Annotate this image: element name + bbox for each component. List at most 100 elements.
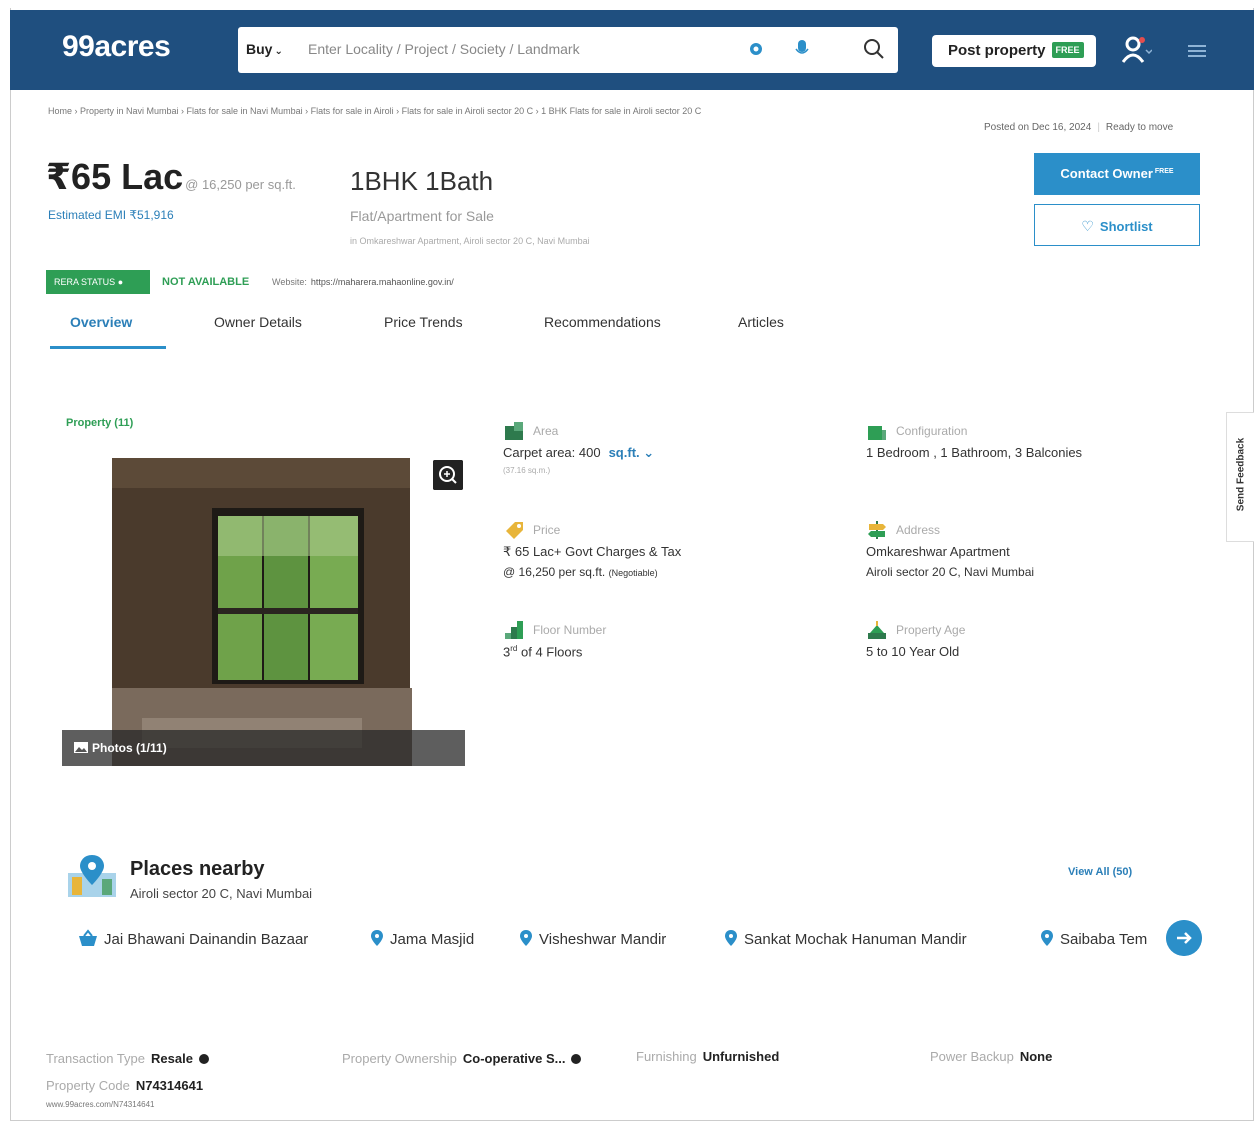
rera-website: Website: https://maharera.mahaonline.gov.…: [272, 277, 454, 287]
age-label: Property Age: [896, 623, 966, 637]
post-property-label: Post property: [948, 42, 1046, 59]
user-account-icon[interactable]: [1122, 36, 1152, 64]
tab-owner-details[interactable]: Owner Details: [214, 314, 302, 330]
place-chip-label: Jama Masjid: [390, 931, 475, 948]
listing-price: ₹65 Lac @ 16,250 per sq.ft.: [46, 156, 296, 198]
locate-me-icon[interactable]: [748, 41, 764, 57]
age-value: 5 to 10 Year Old: [866, 644, 960, 659]
top-header: 99acres Buy ⌄ Enter Locality / Project / …: [10, 10, 1254, 90]
view-all-places-link[interactable]: View All (50): [1068, 866, 1132, 878]
site-logo[interactable]: 99acres: [62, 30, 171, 64]
room-photo: [62, 458, 465, 766]
detail-price: Price ₹ 65 Lac+ Govt Charges & Tax @ 16,…: [503, 519, 743, 589]
places-nearby-subtitle: Airoli sector 20 C, Navi Mumbai: [130, 886, 313, 901]
shopping-basket-icon: [79, 929, 97, 946]
divider: |: [1097, 122, 1100, 133]
possession-status: Ready to move: [1105, 122, 1174, 133]
listing-type: Flat/Apartment for Sale: [350, 208, 494, 224]
detail-age: Property Age 5 to 10 Year Old: [866, 619, 1106, 669]
floor-label: Floor Number: [533, 623, 607, 637]
price-detail-sub: @ 16,250 per sq.ft. (Negotiable): [503, 565, 658, 579]
location-pin-icon: [1041, 930, 1053, 946]
area-label: Area: [533, 424, 559, 438]
location-pin-icon: [371, 930, 383, 946]
tab-articles[interactable]: Articles: [738, 314, 784, 330]
arrow-right-icon[interactable]: [1166, 920, 1202, 956]
carpet-area: Carpet area: 400: [503, 445, 601, 460]
search-mode-dropdown[interactable]: Buy ⌄: [246, 41, 283, 57]
fact-value: Unfurnished: [702, 1049, 780, 1064]
fact-label: Power Backup: [930, 1049, 1014, 1064]
rera-website-link[interactable]: https://maharera.mahaonline.gov.in/: [311, 277, 454, 287]
fact-label: Property Ownership: [342, 1051, 457, 1066]
address-label: Address: [896, 523, 941, 537]
tab-overview[interactable]: Overview: [70, 314, 132, 330]
free-badge: FREE: [1051, 42, 1084, 58]
area-unit-dropdown[interactable]: sq.ft. ⌄: [609, 445, 655, 460]
breadcrumb[interactable]: Home › Property in Navi Mumbai › Flats f…: [48, 106, 978, 116]
location-pin-icon: [520, 930, 532, 946]
post-property-button[interactable]: Post property FREE: [932, 35, 1096, 67]
microphone-icon[interactable]: [794, 39, 810, 59]
zoom-icon[interactable]: [433, 460, 463, 490]
listing-location: in Omkareshwar Apartment, Airoli sector …: [350, 236, 590, 246]
chevron-down-icon: ⌄: [274, 46, 283, 57]
place-chip-label: Sankat Mochak Hanuman Mandir: [744, 931, 967, 948]
place-chip-label: Saibaba Tem: [1060, 931, 1148, 948]
send-feedback-label: Send Feedback: [1235, 437, 1247, 512]
property-photo[interactable]: [62, 458, 465, 766]
price-per-sqft: @ 16,250 per sq.ft.: [185, 177, 296, 192]
place-chip[interactable]: Jai Bhawani Dainandin Bazaar: [78, 929, 308, 948]
hamburger-menu-icon[interactable]: [1186, 42, 1208, 60]
tab-recommendations[interactable]: Recommendations: [544, 314, 661, 330]
detail-configuration: Configuration 1 Bedroom , 1 Bathroom, 3 …: [866, 420, 1106, 480]
place-chip[interactable]: Visheshwar Mandir: [519, 929, 666, 948]
posted-date: Posted on Dec 16, 2024: [984, 122, 1092, 133]
place-chip[interactable]: Saibaba Tem: [1040, 929, 1147, 948]
price-detail-rate: @ 16,250 per sq.ft.: [503, 565, 606, 579]
rera-website-label: Website:: [272, 277, 307, 287]
contact-owner-button[interactable]: Contact Owner FREE: [1034, 153, 1200, 195]
send-feedback-tab[interactable]: Send Feedback: [1226, 412, 1254, 542]
area-icon: [505, 422, 523, 440]
search-icon[interactable]: [862, 37, 886, 61]
search-bar[interactable]: Buy ⌄ Enter Locality / Project / Society …: [238, 27, 898, 73]
emi-link[interactable]: Estimated EMI ₹51,916: [48, 208, 174, 222]
building-age-icon: [868, 621, 886, 639]
tab-price-trends[interactable]: Price Trends: [384, 314, 463, 330]
place-chip-label: Jai Bhawani Dainandin Bazaar: [104, 931, 309, 948]
fact-label: Furnishing: [636, 1049, 697, 1064]
price-label: Price: [533, 523, 561, 537]
price-detail-value: ₹ 65 Lac+ Govt Charges & Tax: [503, 544, 682, 559]
configuration-icon: [868, 426, 886, 440]
area-value: Carpet area: 400 sq.ft. ⌄: [503, 445, 654, 461]
detail-area: Area Carpet area: 400 sq.ft. ⌄ (37.16 sq.…: [503, 420, 743, 490]
fact-value: Co-operative S...: [462, 1051, 566, 1066]
search-mode-label: Buy: [246, 41, 273, 57]
detail-floor: Floor Number 3rd of 4 Floors: [503, 619, 743, 669]
rera-status-value: NOT AVAILABLE: [162, 276, 250, 288]
place-chip[interactable]: Sankat Mochak Hanuman Mandir: [724, 929, 967, 948]
place-chip[interactable]: Jama Masjid: [370, 929, 474, 948]
property-photo-count: Property (11): [66, 417, 134, 429]
fact-power-backup: Power Backup None: [930, 1049, 1052, 1064]
fact-property-code: Property Code N74314641: [46, 1078, 203, 1093]
info-icon[interactable]: [571, 1054, 582, 1064]
area-unit: sq.ft.: [608, 445, 640, 460]
contact-owner-label: Contact Owner: [1060, 166, 1153, 181]
fact-label: Property Code: [46, 1078, 130, 1093]
shortlist-button[interactable]: ♡ Shortlist: [1034, 204, 1200, 246]
price-value: ₹65 Lac: [46, 156, 184, 197]
negotiable-note: (Negotiable): [608, 568, 658, 578]
total-floors: of 4 Floors: [520, 644, 583, 660]
property-url[interactable]: www.99acres.com/N74314641: [46, 1100, 155, 1109]
photos-counter[interactable]: Photos (1/11): [62, 730, 465, 766]
info-icon[interactable]: [198, 1054, 209, 1064]
configuration-label: Configuration: [896, 424, 968, 438]
price-tag-icon: [506, 522, 523, 539]
floor-suffix: rd: [510, 644, 518, 653]
info-icon[interactable]: ●: [118, 277, 123, 287]
fact-value: Resale: [151, 1051, 193, 1066]
active-tab-indicator: [50, 346, 166, 349]
search-input[interactable]: Enter Locality / Project / Society / Lan…: [308, 41, 580, 57]
